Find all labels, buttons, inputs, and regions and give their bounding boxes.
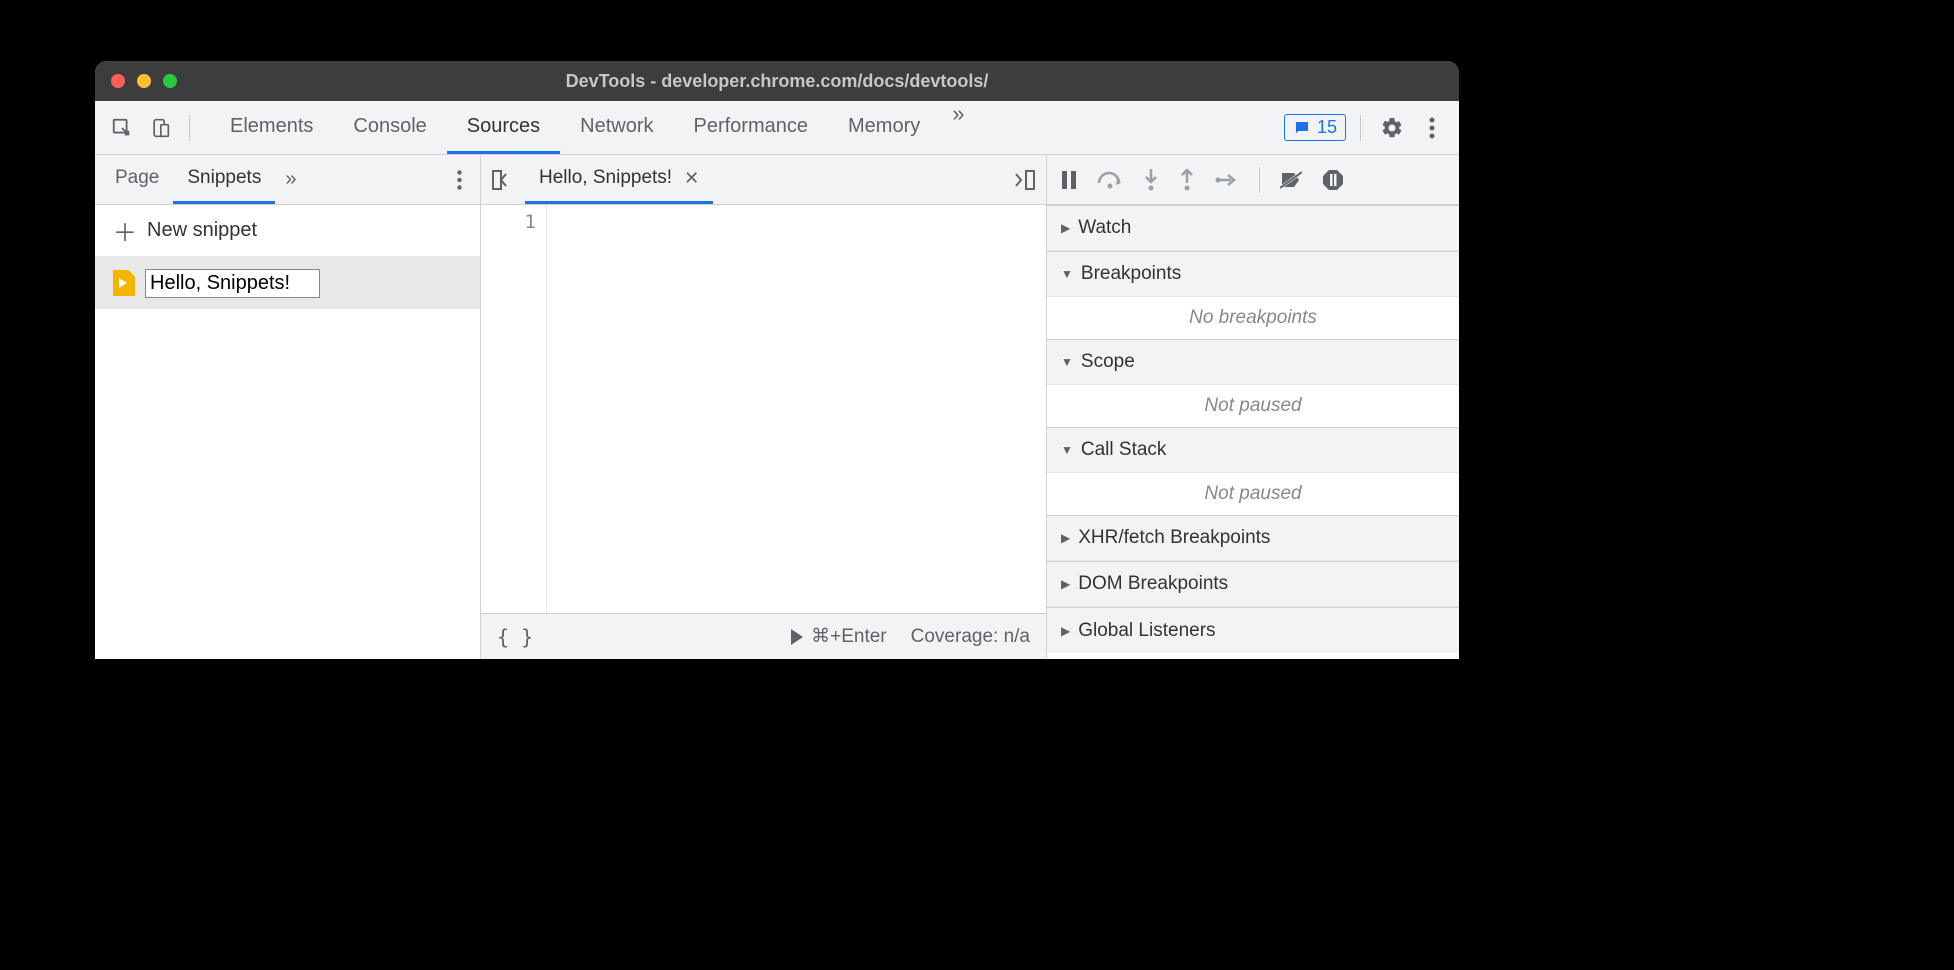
expand-triangle-icon: ▼: [1061, 355, 1073, 369]
settings-gear-icon[interactable]: [1375, 111, 1409, 145]
tab-console[interactable]: Console: [333, 101, 446, 154]
snippet-name-input[interactable]: [145, 269, 320, 298]
collapse-triangle-icon: ▶: [1061, 577, 1070, 591]
section-xhr-label: XHR/fetch Breakpoints: [1078, 527, 1270, 549]
pause-icon[interactable]: [1061, 171, 1077, 189]
code-content[interactable]: [547, 205, 1046, 613]
section-watch[interactable]: ▶ Watch: [1047, 205, 1459, 251]
tab-performance[interactable]: Performance: [674, 101, 829, 154]
toolbar-divider: [1360, 115, 1361, 141]
tab-network[interactable]: Network: [560, 101, 673, 154]
navigate-back-icon[interactable]: [489, 165, 519, 195]
code-area[interactable]: 1: [481, 205, 1046, 613]
editor-tab[interactable]: Hello, Snippets! ✕: [525, 155, 713, 204]
line-number: 1: [481, 211, 536, 233]
pretty-print-icon[interactable]: { }: [497, 625, 533, 649]
collapse-triangle-icon: ▶: [1061, 624, 1070, 638]
section-xhr-breakpoints[interactable]: ▶ XHR/fetch Breakpoints: [1047, 515, 1459, 561]
messages-count: 15: [1317, 117, 1337, 138]
minimize-window-button[interactable]: [137, 74, 151, 88]
chat-icon: [1293, 119, 1311, 137]
collapse-triangle-icon: ▶: [1061, 221, 1070, 235]
main-toolbar: Elements Console Sources Network Perform…: [95, 101, 1459, 155]
editor-tab-label: Hello, Snippets!: [539, 167, 672, 189]
window-title: DevTools - developer.chrome.com/docs/dev…: [566, 71, 989, 92]
step-icon[interactable]: [1215, 172, 1239, 188]
section-scope[interactable]: ▼ Scope: [1047, 339, 1459, 385]
sidebar-tab-page[interactable]: Page: [101, 155, 173, 204]
section-global-label: Global Listeners: [1078, 620, 1215, 642]
sidebar-tabs: Page Snippets »: [95, 155, 480, 205]
deactivate-breakpoints-icon[interactable]: [1280, 170, 1302, 190]
step-over-icon[interactable]: [1097, 171, 1123, 189]
tab-memory[interactable]: Memory: [828, 101, 940, 154]
sidebar-tab-snippets[interactable]: Snippets: [173, 155, 275, 204]
devtools-window: DevTools - developer.chrome.com/docs/dev…: [95, 61, 1459, 659]
new-snippet-button[interactable]: ＋ New snippet: [95, 205, 480, 257]
sidebar-more-chevron-icon[interactable]: »: [275, 168, 306, 191]
close-tab-icon[interactable]: ✕: [684, 168, 699, 189]
code-editor: Hello, Snippets! ✕ 1 { } ⌘+Enter: [481, 155, 1047, 659]
section-dom-breakpoints[interactable]: ▶ DOM Breakpoints: [1047, 561, 1459, 607]
navigate-forward-icon[interactable]: [1008, 165, 1038, 195]
callstack-body: Not paused: [1047, 473, 1459, 515]
snippet-list-item[interactable]: [95, 257, 480, 309]
section-scope-label: Scope: [1081, 351, 1135, 373]
sidebar-kebab-icon[interactable]: [444, 170, 474, 190]
breakpoints-body: No breakpoints: [1047, 297, 1459, 339]
traffic-lights: [111, 74, 177, 88]
snippet-file-icon: [113, 270, 135, 296]
section-callstack-label: Call Stack: [1081, 439, 1167, 461]
sources-sidebar: Page Snippets » ＋ New snippet: [95, 155, 481, 659]
pause-on-exceptions-icon[interactable]: [1322, 169, 1344, 191]
maximize-window-button[interactable]: [163, 74, 177, 88]
debug-toolbar: [1047, 155, 1459, 205]
close-window-button[interactable]: [111, 74, 125, 88]
expand-triangle-icon: ▼: [1061, 443, 1073, 457]
tab-elements[interactable]: Elements: [210, 101, 333, 154]
line-gutter: 1: [481, 205, 547, 613]
section-global-listeners[interactable]: ▶ Global Listeners: [1047, 607, 1459, 653]
device-toggle-icon[interactable]: [143, 111, 177, 145]
scope-body: Not paused: [1047, 385, 1459, 427]
run-shortcut-label: ⌘+Enter: [811, 625, 887, 648]
titlebar: DevTools - developer.chrome.com/docs/dev…: [95, 61, 1459, 101]
step-out-icon[interactable]: [1179, 169, 1195, 191]
expand-triangle-icon: ▼: [1061, 267, 1073, 281]
plus-icon: ＋: [113, 213, 137, 248]
section-dom-label: DOM Breakpoints: [1078, 573, 1228, 595]
editor-footer: { } ⌘+Enter Coverage: n/a: [481, 613, 1046, 659]
editor-tabbar: Hello, Snippets! ✕: [481, 155, 1046, 205]
tab-sources[interactable]: Sources: [447, 101, 560, 154]
more-options-kebab-icon[interactable]: [1415, 111, 1449, 145]
section-callstack[interactable]: ▼ Call Stack: [1047, 427, 1459, 473]
more-tabs-chevron-icon[interactable]: »: [940, 101, 976, 154]
section-breakpoints-label: Breakpoints: [1081, 263, 1181, 285]
panel-body: Page Snippets » ＋ New snippet: [95, 155, 1459, 659]
section-breakpoints[interactable]: ▼ Breakpoints: [1047, 251, 1459, 297]
debug-divider: [1259, 167, 1260, 193]
messages-badge[interactable]: 15: [1284, 114, 1346, 141]
section-watch-label: Watch: [1078, 217, 1131, 239]
play-icon: [791, 629, 803, 645]
inspect-element-icon[interactable]: [105, 111, 139, 145]
coverage-label: Coverage: n/a: [911, 626, 1030, 648]
toolbar-divider: [189, 115, 190, 141]
debugger-pane: ▶ Watch ▼ Breakpoints No breakpoints ▼ S…: [1047, 155, 1459, 659]
step-into-icon[interactable]: [1143, 169, 1159, 191]
run-snippet-button[interactable]: ⌘+Enter: [791, 625, 887, 648]
new-snippet-label: New snippet: [147, 219, 257, 242]
panel-tabs: Elements Console Sources Network Perform…: [210, 101, 976, 154]
collapse-triangle-icon: ▶: [1061, 531, 1070, 545]
